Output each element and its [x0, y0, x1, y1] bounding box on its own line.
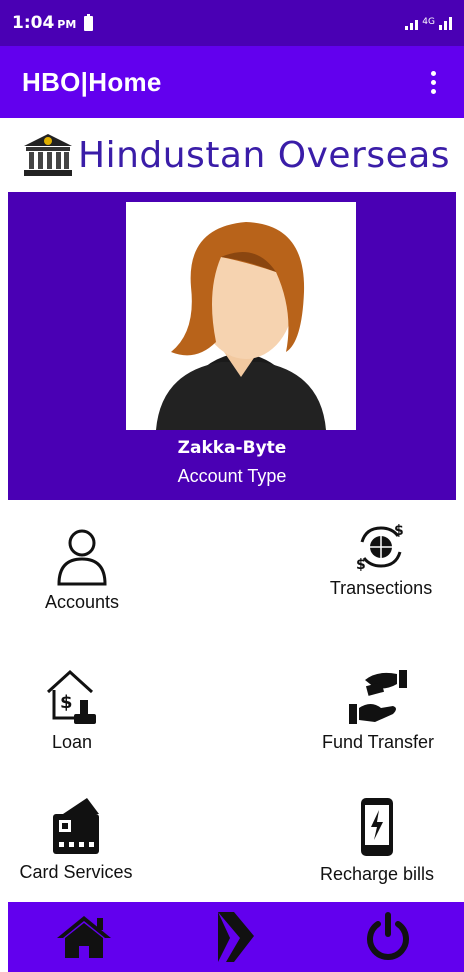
mobile-recharge-icon — [361, 798, 393, 856]
signal-bar-icon — [449, 16, 452, 30]
nav-home[interactable] — [39, 902, 129, 972]
status-time-value: 1:04 — [12, 13, 55, 33]
signal-indicators: 4G — [405, 16, 452, 30]
power-icon — [367, 912, 409, 960]
menu-transections[interactable]: $ $ Transections — [301, 522, 461, 599]
brand-name: Hindustan Overseas — [78, 134, 451, 176]
menu-fund-transfer[interactable]: Fund Transfer — [298, 668, 458, 753]
bottom-nav — [8, 902, 464, 972]
app-title: HBO|Home — [22, 66, 162, 97]
menu-loan[interactable]: $ Loan — [0, 668, 152, 753]
arrow-forward-icon — [218, 912, 254, 962]
more-vert-icon[interactable] — [425, 65, 442, 100]
bank-icon — [24, 134, 72, 176]
signal-bar-icon — [444, 20, 447, 30]
status-time: 1:04 PM — [12, 13, 76, 33]
svg-text:$: $ — [356, 557, 366, 572]
currency-exchange-icon: $ $ — [356, 523, 404, 572]
female-avatar-icon — [156, 222, 326, 430]
home-loan-icon: $ — [46, 669, 96, 724]
menu-label: Fund Transfer — [321, 732, 435, 752]
account-type: Account Type — [177, 466, 287, 486]
menu-accounts[interactable]: Accounts — [2, 526, 162, 613]
brand-header: Hindustan Overseas — [0, 118, 464, 192]
avatar[interactable] — [126, 202, 356, 430]
status-ampm: PM — [57, 18, 77, 31]
status-bar: 1:04 PM 4G — [0, 0, 464, 46]
signal-bar-icon — [415, 19, 419, 30]
battery-icon — [84, 13, 94, 31]
hand-money-icon — [349, 670, 407, 724]
signal-bar-icon — [410, 22, 414, 30]
nav-forward[interactable] — [191, 902, 281, 972]
signal-bar-icon — [439, 24, 442, 30]
svg-text:$: $ — [60, 692, 73, 713]
svg-text:$: $ — [394, 523, 404, 539]
person-icon — [57, 529, 107, 586]
menu-recharge-bills[interactable]: Recharge bills — [297, 796, 457, 885]
card-icon — [53, 798, 99, 854]
user-name: Zakka-Byte — [177, 438, 287, 458]
menu-label: Transections — [329, 578, 433, 598]
menu-label: Recharge bills — [319, 864, 435, 884]
home-icon — [57, 916, 111, 958]
menu-label: Loan — [51, 732, 93, 752]
nav-power[interactable] — [343, 902, 433, 972]
app-bar: HBO|Home — [0, 46, 464, 118]
profile-panel: Zakka-Byte Account Type — [8, 192, 456, 500]
signal-bar-icon — [405, 25, 409, 30]
menu-card-services[interactable]: Card Services — [0, 796, 156, 883]
menu-label: Card Services — [19, 862, 133, 882]
network-type: 4G — [422, 16, 435, 27]
menu-label: Accounts — [44, 592, 120, 612]
